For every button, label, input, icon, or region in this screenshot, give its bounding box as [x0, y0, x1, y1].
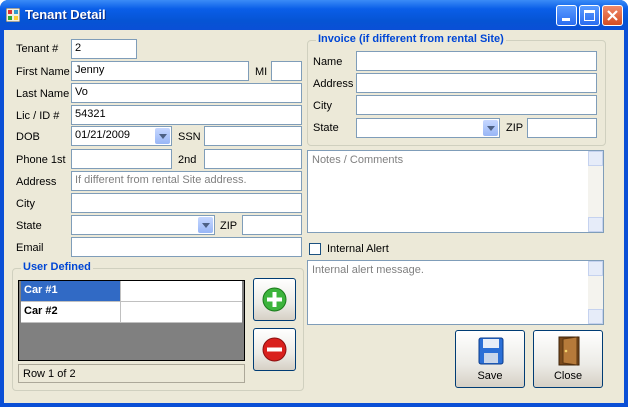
- invoice-name-field[interactable]: [356, 51, 597, 71]
- internal-alert-label: Internal Alert: [327, 243, 389, 255]
- address-field[interactable]: If different from rental Site address.: [71, 171, 302, 191]
- app-icon: [6, 8, 20, 22]
- internal-alert-textarea[interactable]: Internal alert message.: [307, 260, 604, 325]
- chevron-down-icon[interactable]: [155, 128, 170, 144]
- tenant-number-label: Tenant #: [16, 43, 59, 55]
- user-defined-grid[interactable]: Car #1 Car #2: [18, 280, 245, 361]
- invoice-name-label: Name: [313, 56, 343, 68]
- remove-row-button[interactable]: [253, 328, 296, 371]
- minus-circle-icon: [262, 337, 287, 362]
- maximize-icon: [584, 10, 595, 21]
- internal-alert-placeholder: Internal alert message.: [312, 264, 424, 276]
- mi-field[interactable]: [271, 61, 302, 81]
- chevron-down-icon[interactable]: [483, 120, 498, 136]
- first-name-label: First Name: [16, 66, 70, 78]
- invoice-zip-label: ZIP: [506, 122, 524, 134]
- plus-circle-icon: [262, 287, 287, 312]
- maximize-button[interactable]: [579, 5, 600, 26]
- state-select[interactable]: [71, 215, 215, 235]
- mi-label: MI: [255, 66, 268, 78]
- invoice-city-field[interactable]: [356, 95, 597, 115]
- city-field[interactable]: [71, 193, 302, 213]
- row-value-cell[interactable]: [122, 281, 242, 301]
- email-field[interactable]: [71, 237, 302, 257]
- minimize-icon: [562, 18, 570, 21]
- license-id-field[interactable]: 54321: [71, 105, 302, 125]
- floppy-disk-icon: [478, 337, 504, 365]
- chevron-down-icon[interactable]: [198, 217, 213, 233]
- dob-label: DOB: [16, 131, 40, 143]
- title-bar[interactable]: Tenant Detail: [0, 0, 628, 30]
- user-defined-title: User Defined: [21, 261, 93, 273]
- state-label: State: [16, 220, 42, 232]
- license-id-label: Lic / ID #: [16, 110, 60, 122]
- internal-alert-checkbox[interactable]: [309, 243, 321, 255]
- save-label: Save: [477, 370, 503, 382]
- door-icon: [558, 336, 580, 366]
- row-name-cell[interactable]: Car #2: [21, 302, 121, 322]
- invoice-state-label: State: [313, 122, 339, 134]
- row-status: Row 1 of 2: [18, 364, 245, 383]
- notes-placeholder: Notes / Comments: [312, 154, 404, 166]
- dob-picker[interactable]: 01/21/2009: [71, 126, 172, 146]
- close-window-button[interactable]: [602, 5, 623, 26]
- invoice-address-label: Address: [313, 78, 354, 90]
- invoice-state-select[interactable]: [356, 118, 500, 138]
- tenant-number-field[interactable]: 2: [71, 39, 137, 59]
- invoice-city-label: City: [313, 100, 332, 112]
- zip-field[interactable]: [242, 215, 302, 235]
- city-label: City: [16, 198, 35, 210]
- ssn-field[interactable]: [204, 126, 302, 146]
- close-label: Close: [553, 370, 583, 382]
- dob-value: 01/21/2009: [75, 129, 131, 141]
- invoice-zip-field[interactable]: [527, 118, 597, 138]
- table-row[interactable]: Car #1: [21, 281, 242, 302]
- phone1-label: Phone 1st: [16, 154, 66, 166]
- alert-scrollbar[interactable]: [588, 261, 603, 324]
- last-name-field[interactable]: Vo: [71, 83, 302, 103]
- first-name-field[interactable]: Jenny: [71, 61, 249, 81]
- phone1-field[interactable]: [71, 149, 172, 169]
- close-icon: [607, 10, 618, 21]
- zip-label: ZIP: [220, 220, 238, 232]
- last-name-label: Last Name: [16, 88, 70, 100]
- add-row-button[interactable]: [253, 278, 296, 321]
- minimize-button[interactable]: [556, 5, 577, 26]
- window-title: Tenant Detail: [25, 7, 106, 22]
- table-row[interactable]: Car #2: [21, 302, 242, 323]
- phone2-label: 2nd: [178, 154, 197, 166]
- row-value-cell[interactable]: [122, 302, 242, 322]
- save-button[interactable]: Save: [455, 330, 525, 388]
- row-name-cell[interactable]: Car #1: [21, 281, 121, 301]
- invoice-title: Invoice (if different from rental Site): [316, 33, 506, 45]
- phone2-field[interactable]: [204, 149, 302, 169]
- ssn-label: SSN: [178, 131, 201, 143]
- notes-scrollbar[interactable]: [588, 151, 603, 232]
- notes-textarea[interactable]: Notes / Comments: [307, 150, 604, 233]
- invoice-address-field[interactable]: [356, 73, 597, 93]
- email-label: Email: [16, 242, 44, 254]
- close-button[interactable]: Close: [533, 330, 603, 388]
- address-label: Address: [16, 176, 57, 188]
